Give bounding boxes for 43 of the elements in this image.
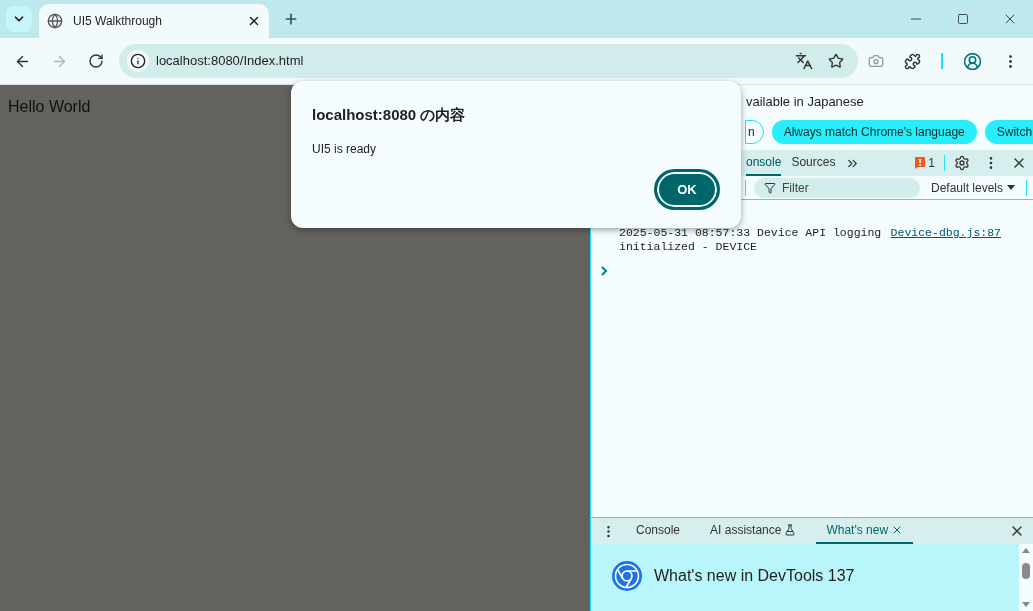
dialog-message: UI5 is ready <box>312 140 378 158</box>
info-icon[interactable] <box>130 53 146 69</box>
devtools-tab[interactable]: Sources <box>791 150 836 176</box>
url-text: localhost:8080/Index.html <box>156 52 305 71</box>
browser-tab[interactable]: UI5 Walkthrough <box>39 4 269 38</box>
maximize-icon[interactable] <box>956 13 969 25</box>
issue-icon <box>915 157 926 169</box>
reload-icon[interactable] <box>88 53 104 69</box>
camera-icon[interactable] <box>868 53 884 69</box>
ok-button[interactable]: OK <box>654 169 720 210</box>
language-button[interactable]: Always match Chrome's language <box>771 120 977 144</box>
issue-count[interactable]: 1 <box>928 154 935 172</box>
drawer-tab[interactable]: AI assistance <box>700 518 807 544</box>
filter-icon <box>764 181 776 194</box>
scrollbar-drawing[interactable] <box>1019 544 1033 611</box>
star-icon[interactable] <box>828 53 844 69</box>
source-link[interactable]: Device-dbg.js:87 <box>890 226 1001 254</box>
settings-icon[interactable] <box>954 155 970 171</box>
console-message: 2025-05-31 08:57:33 Device API logging initialized - DEVICE <box>619 226 883 254</box>
dropdown-arrow-icon <box>1007 184 1016 191</box>
levels-dropdown[interactable]: Default levels <box>931 178 1016 197</box>
language-notice: vailable in Japanese <box>746 92 864 111</box>
drawer-tab[interactable]: Console <box>626 518 691 544</box>
address-bar[interactable]: localhost:8080/Index.html <box>119 44 858 78</box>
close-tab-icon[interactable] <box>247 14 261 28</box>
tab-search-button[interactable] <box>6 6 32 32</box>
drawer-heading: What's new in DevTools 137 <box>654 565 855 586</box>
prompt-icon <box>601 266 608 276</box>
dialog-title: localhost:8080 の内容 <box>312 105 467 125</box>
profile-icon[interactable] <box>963 51 982 71</box>
translate-icon[interactable] <box>795 52 813 70</box>
globe-icon <box>47 13 63 29</box>
filter-placeholder: Filter <box>782 179 809 197</box>
new-tab-icon[interactable] <box>283 11 299 27</box>
circle-logo-icon <box>611 559 643 592</box>
filter-field[interactable]: Filter <box>754 177 920 198</box>
language-button[interactable]: Switch <box>984 120 1033 144</box>
page-heading: Hello World <box>8 98 91 115</box>
devtools-tab[interactable]: onsole <box>746 150 782 176</box>
flask-icon <box>784 524 797 536</box>
language-button[interactable]: n <box>745 120 764 144</box>
tab-title: UI5 Walkthrough <box>73 13 163 30</box>
puzzle-icon[interactable] <box>904 52 921 70</box>
